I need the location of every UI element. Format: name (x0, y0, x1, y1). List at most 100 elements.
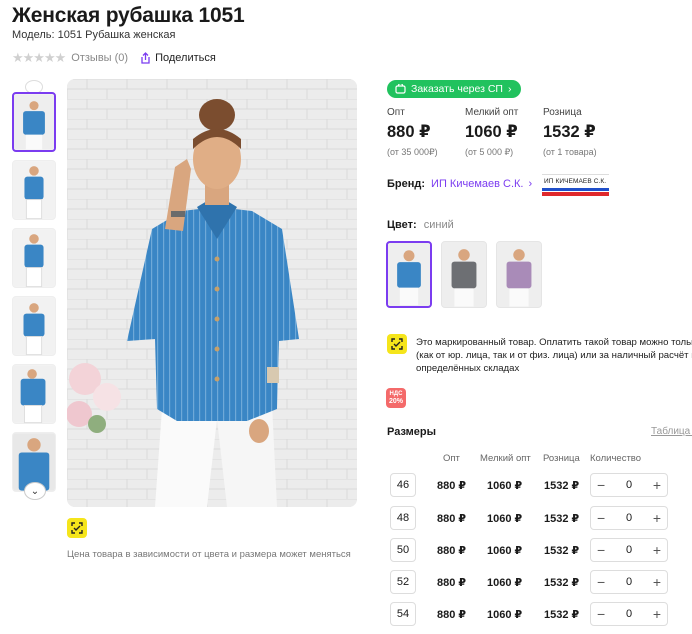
color-swatch-lilac[interactable] (496, 241, 542, 308)
size-label: 46 (390, 473, 416, 497)
size-label: 48 (390, 506, 416, 530)
quantity-value[interactable]: 0 (626, 479, 632, 491)
thumbnails-down-button[interactable]: ⌄ (24, 482, 46, 500)
vat-rate: 20% (388, 398, 403, 405)
marking-line: Это маркированный товар. Оплатить такой … (416, 337, 692, 348)
price-value: 1060 ₽ (465, 123, 518, 141)
chevron-right-icon: › (507, 83, 512, 95)
quantity-stepper: − 0 + (590, 473, 668, 497)
logo-stripe (542, 188, 609, 191)
decrement-button[interactable]: − (597, 575, 605, 589)
increment-button[interactable]: + (653, 543, 661, 557)
thumbnail[interactable] (12, 92, 56, 152)
order-button-label: Заказать через СП (411, 83, 503, 95)
price-small-cell: 1060 ₽ (487, 513, 523, 525)
size-label: 50 (390, 538, 416, 562)
size-label: 52 (390, 570, 416, 594)
size-table-link[interactable]: Таблица р (651, 426, 692, 437)
column-header-quantity: Количество (590, 453, 642, 464)
price-retail: Розница 1532 ₽ (от 1 товара) (543, 107, 597, 157)
order-joint-purchase-button[interactable]: Заказать через СП › (387, 80, 522, 98)
brand-link[interactable]: ИП Кичемаев С.К. (431, 178, 523, 190)
share-icon (141, 52, 150, 64)
color-label: Цвет: (387, 219, 417, 231)
price-wholesale-cell: 880 ₽ (437, 545, 467, 557)
price-value: 880 ₽ (387, 123, 431, 141)
quantity-stepper: − 0 + (590, 538, 668, 562)
price-value: 1532 ₽ (543, 123, 596, 141)
product-title: Женская рубашка 1051 (12, 4, 245, 27)
increment-button[interactable]: + (653, 511, 661, 525)
price-small-wholesale: Мелкий опт 1060 ₽ (от 5 000 ₽) (465, 107, 518, 158)
price-wholesale: Опт 880 ₽ (от 35 000₽) (387, 107, 438, 158)
reviews-link[interactable]: Отзывы (0) (71, 52, 128, 64)
product-photo-illustration (67, 79, 357, 507)
price-note: Цена товара в зависимости от цвета и раз… (67, 549, 351, 560)
main-product-photo[interactable] (67, 79, 357, 507)
price-wholesale-cell: 880 ₽ (437, 609, 467, 621)
share-button[interactable]: Поделиться (140, 52, 216, 64)
column-header-small-wholesale: Мелкий опт (480, 453, 531, 464)
rating-stars: ★★★★★ (12, 50, 66, 65)
quantity-value[interactable]: 0 (626, 512, 632, 524)
color-row: Цвет: синий (387, 219, 454, 231)
decrement-button[interactable]: − (597, 511, 605, 525)
table-row: 48 880 ₽ 1060 ₽ 1532 ₽ − 0 + (390, 506, 692, 530)
price-small-cell: 1060 ₽ (487, 480, 523, 492)
brand-row: Бренд: ИП Кичемаев С.К. › (387, 178, 532, 190)
marking-line: (как от юр. лица, так и от физ. лица) ил… (416, 350, 692, 361)
table-row: 52 880 ₽ 1060 ₽ 1532 ₽ − 0 + (390, 570, 692, 594)
decrement-button[interactable]: − (597, 607, 605, 621)
price-small-cell: 1060 ₽ (487, 577, 523, 589)
honest-sign-icon (67, 518, 87, 538)
price-wholesale-cell: 880 ₽ (437, 577, 467, 589)
thumbnail[interactable] (12, 364, 56, 424)
quantity-value[interactable]: 0 (626, 608, 632, 620)
cart-icon (395, 84, 406, 94)
price-small-cell: 1060 ₽ (487, 545, 523, 557)
brand-logo[interactable]: ИП КИЧЕМАЕВ С.К. (542, 174, 609, 196)
honest-sign-icon (387, 334, 407, 354)
increment-button[interactable]: + (653, 607, 661, 621)
quantity-value[interactable]: 0 (626, 576, 632, 588)
price-retail-cell: 1532 ₽ (544, 513, 580, 525)
price-label: Опт (387, 107, 405, 118)
quantity-stepper: − 0 + (590, 602, 668, 626)
thumbnail[interactable] (12, 160, 56, 220)
column-header-wholesale: Опт (443, 453, 460, 464)
table-row: 46 880 ₽ 1060 ₽ 1532 ₽ − 0 + (390, 473, 692, 497)
price-retail-cell: 1532 ₽ (544, 609, 580, 621)
quantity-stepper: − 0 + (590, 570, 668, 594)
quantity-stepper: − 0 + (590, 506, 668, 530)
marking-notice: Это маркированный товар. Оплатить такой … (416, 336, 692, 375)
color-swatches (386, 241, 542, 308)
increment-button[interactable]: + (653, 575, 661, 589)
thumbnail-list (12, 92, 58, 500)
vat-badge: НДС 20% (386, 388, 406, 408)
sizes-title: Размеры (387, 426, 437, 438)
size-label: 54 (390, 602, 416, 626)
price-small-cell: 1060 ₽ (487, 609, 523, 621)
decrement-button[interactable]: − (597, 543, 605, 557)
color-swatch-blue[interactable] (386, 241, 432, 308)
brand-label: Бренд: (387, 178, 426, 190)
price-condition: (от 1 товара) (543, 147, 597, 157)
quantity-value[interactable]: 0 (626, 544, 632, 556)
thumbnail[interactable] (12, 228, 56, 288)
product-model: Модель: 1051 Рубашка женская (12, 29, 176, 41)
logo-stripe (542, 192, 609, 196)
color-swatch-gray[interactable] (441, 241, 487, 308)
price-retail-cell: 1532 ₽ (544, 480, 580, 492)
color-value: синий (423, 219, 454, 231)
price-wholesale-cell: 880 ₽ (437, 513, 467, 525)
share-label: Поделиться (155, 52, 216, 64)
price-condition: (от 35 000₽) (387, 147, 438, 157)
thumbnail[interactable] (12, 296, 56, 356)
price-retail-cell: 1532 ₽ (544, 577, 580, 589)
marking-line: определённых складах (416, 363, 520, 374)
chevron-down-icon: ⌄ (30, 485, 40, 497)
increment-button[interactable]: + (653, 478, 661, 492)
price-retail-cell: 1532 ₽ (544, 545, 580, 557)
column-header-retail: Розница (543, 453, 580, 464)
decrement-button[interactable]: − (597, 478, 605, 492)
